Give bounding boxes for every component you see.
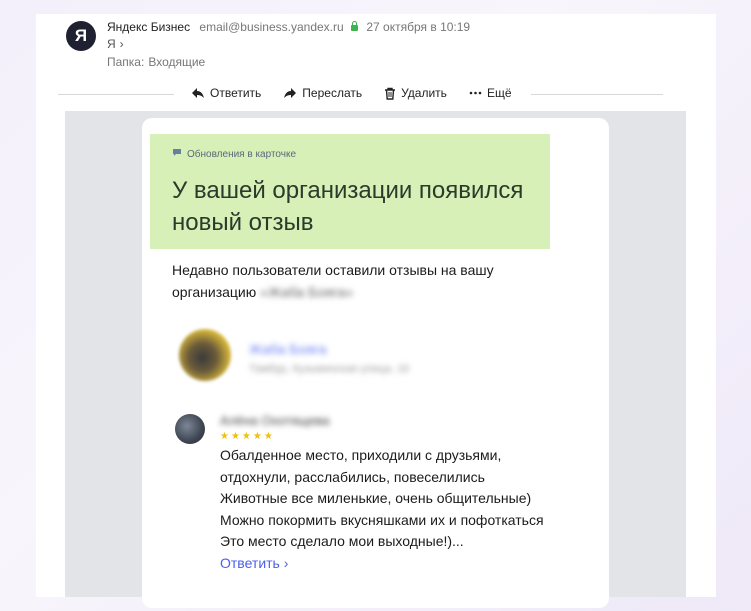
forward-label: Переслать [302, 86, 363, 100]
notification-banner: Обновления в карточке У вашей организаци… [150, 134, 550, 249]
review-text: Обалденное место, приходили с друзьями, … [220, 447, 544, 549]
more-button[interactable]: Ещё [469, 86, 512, 100]
reply-icon [191, 87, 205, 99]
sender-line: Яндекс Бизнес email@business.yandex.ru 2… [107, 20, 470, 34]
sender-name[interactable]: Яндекс Бизнес [107, 20, 190, 34]
sender-avatar[interactable]: Я [66, 21, 96, 51]
forward-button[interactable]: Переслать [283, 86, 362, 100]
banner-tag-label: Обновления в карточке [187, 148, 297, 160]
message-body: Обновления в карточке У вашей организаци… [65, 111, 686, 608]
folder-label: Папка: [107, 55, 145, 69]
banner-tag: Обновления в карточке [172, 148, 296, 160]
delete-button[interactable]: Удалить [384, 86, 447, 100]
chevron-right-icon: › [119, 37, 124, 51]
trash-icon [384, 87, 396, 100]
organization-name-link[interactable]: Жаба Бояга [249, 341, 326, 357]
reviewer-name: Алёна Охотящева [220, 413, 330, 428]
reviewer-avatar [175, 414, 205, 444]
rating-stars: ★★★★★ [220, 431, 275, 442]
intro-org-name: «Жаба Бояга» [260, 284, 354, 300]
more-label: Ещё [486, 86, 512, 100]
recipient-line[interactable]: Я › [107, 37, 124, 51]
banner-title: У вашей организации появился новый отзыв [172, 177, 524, 236]
message-toolbar: Ответить Переслать Удалить Ещё [191, 86, 512, 100]
folder-line: Папка: Входящие [107, 55, 205, 69]
email-card: Обновления в карточке У вашей организаци… [142, 118, 609, 608]
divider-left [58, 94, 174, 95]
folder-value[interactable]: Входящие [148, 55, 205, 69]
lock-icon [351, 21, 359, 31]
more-dots-icon [469, 91, 482, 95]
message-date: 27 октября в 10:19 [366, 20, 471, 34]
divider-right [531, 94, 663, 95]
intro-text: Недавно пользователи оставили отзывы на … [172, 259, 552, 303]
organization-photo[interactable] [179, 329, 231, 381]
chat-bubble-icon [172, 148, 182, 160]
organization-address: Тамбур, Кузьминская улица, 16 [249, 363, 410, 375]
reply-label: Ответить [210, 86, 262, 100]
forward-icon [283, 87, 297, 99]
recipient: Я [107, 37, 116, 51]
reply-link[interactable]: Ответить › [220, 555, 288, 571]
reply-button[interactable]: Ответить [191, 86, 261, 100]
delete-label: Удалить [401, 86, 447, 100]
sender-email[interactable]: email@business.yandex.ru [199, 20, 343, 34]
mail-window: Я Яндекс Бизнес email@business.yandex.ru… [36, 14, 716, 608]
